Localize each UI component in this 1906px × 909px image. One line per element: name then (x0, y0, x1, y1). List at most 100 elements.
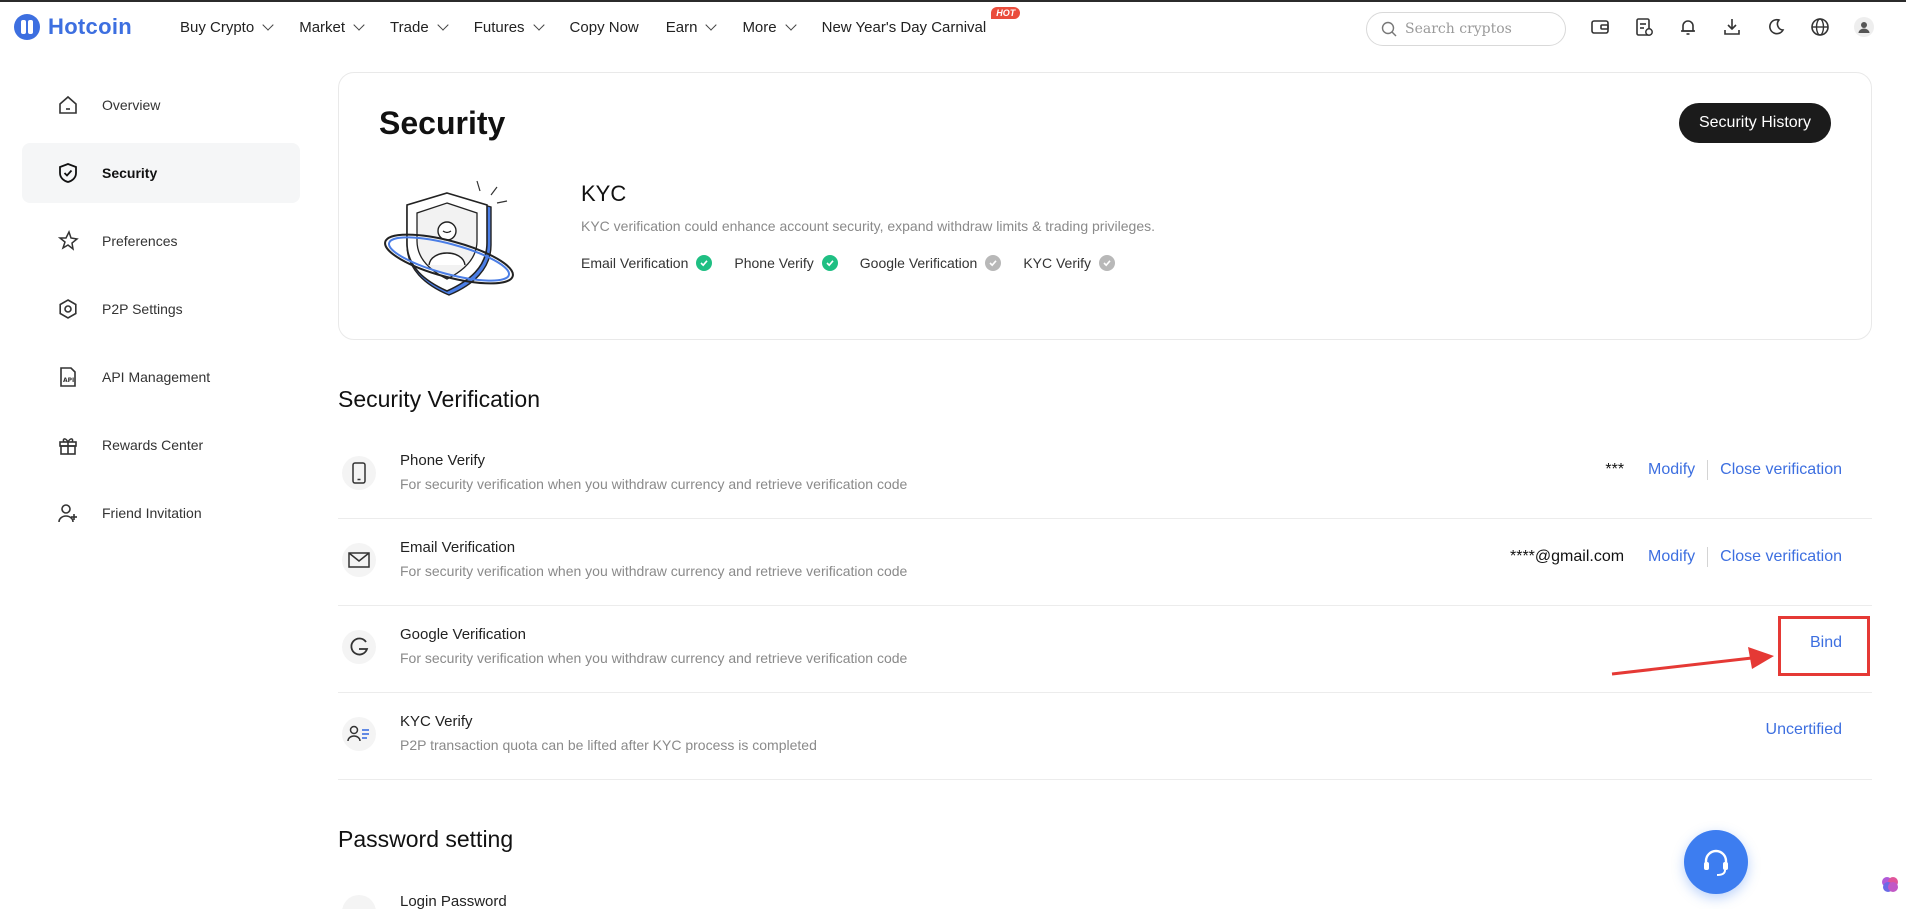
sidebar-item-friend-invitation[interactable]: Friend Invitation (22, 483, 300, 543)
check-circle-icon (985, 255, 1002, 271)
nav-more-label: More (742, 18, 777, 36)
home-icon (56, 93, 80, 117)
divider (1707, 547, 1709, 567)
badge-label: Google Verification (859, 255, 978, 271)
nav-copy-now-label: Copy Now (569, 18, 639, 36)
download-icon[interactable] (1720, 15, 1744, 39)
nav-market-label: Market (299, 18, 346, 36)
moon-icon[interactable] (1764, 15, 1788, 39)
kyc-shield-illustration (379, 173, 519, 303)
badge-label: Phone Verify (734, 255, 814, 271)
chevron-down-icon (262, 18, 274, 31)
search-box[interactable] (1366, 12, 1566, 46)
orders-icon[interactable] (1632, 15, 1656, 39)
row-title: Google Verification (400, 626, 526, 643)
sidebar-item-label: Preferences (102, 233, 178, 249)
row-actions: *** Modify Close verification (1605, 460, 1842, 480)
row-title: Phone Verify (400, 452, 486, 469)
svg-text:API: API (63, 377, 74, 384)
search-icon (1381, 21, 1397, 37)
chevron-down-icon (353, 18, 365, 31)
add-user-icon (56, 501, 80, 525)
row-description: For security verification when you withd… (400, 476, 908, 492)
badge-label: Email Verification (581, 255, 689, 271)
nav-futures-label: Futures (473, 18, 525, 36)
bell-icon[interactable] (1676, 15, 1700, 39)
wallet-icon[interactable] (1588, 15, 1612, 39)
check-circle-icon (821, 255, 838, 271)
close-phone-verification-link[interactable]: Close verification (1720, 461, 1842, 479)
chevron-down-icon (437, 18, 449, 31)
sidebar-item-label: Security (102, 165, 158, 181)
nav-new-years-carnival[interactable]: New Year's Day Carnival HOT (821, 6, 1021, 36)
nav-more[interactable]: More (742, 18, 797, 36)
modify-phone-link[interactable]: Modify (1648, 461, 1695, 479)
close-email-verification-link[interactable]: Close verification (1720, 548, 1842, 566)
nav-carnival-label: New Year's Day Carnival (821, 18, 987, 36)
brand-name: Hotcoin (48, 14, 132, 39)
hotcoin-logo-icon (14, 14, 40, 40)
nav-trade-label: Trade (390, 18, 429, 36)
sidebar-item-label: Friend Invitation (102, 505, 202, 521)
sidebar-item-label: Rewards Center (102, 437, 204, 453)
sidebar-item-label: API Management (102, 369, 211, 385)
security-history-button[interactable]: Security History (1679, 103, 1831, 143)
sidebar-item-preferences[interactable]: Preferences (22, 211, 300, 271)
sidebar-item-label: P2P Settings (102, 301, 183, 317)
security-overview-card: Security Security History KYC KYC verifi… (338, 72, 1872, 340)
hotcoin-logo[interactable]: Hotcoin (14, 14, 132, 40)
row-title: Email Verification (400, 539, 516, 556)
top-icons (1588, 15, 1876, 39)
row-description: For security verification when you withd… (400, 563, 908, 579)
ai-assistant-icon[interactable] (1880, 874, 1900, 894)
row-actions: Uncertified (1766, 721, 1842, 739)
bind-highlight-box (1778, 616, 1870, 676)
modify-email-link[interactable]: Modify (1648, 548, 1695, 566)
kyc-status-badges: Email Verification Phone Verify Google V… (581, 255, 1116, 271)
gift-icon (56, 433, 80, 457)
phone-verify-status: Phone Verify (734, 255, 838, 271)
nav-futures[interactable]: Futures (473, 18, 545, 36)
row-title: KYC Verify (400, 713, 473, 730)
password-setting-heading: Password setting (338, 826, 514, 852)
lock-icon (342, 895, 376, 909)
google-verification-status: Google Verification (860, 255, 1002, 271)
headset-icon (1704, 849, 1728, 876)
badge-label: KYC Verify (1023, 255, 1092, 271)
sidebar-item-p2p-settings[interactable]: P2P Settings (22, 279, 300, 339)
user-icon[interactable] (1852, 15, 1876, 39)
customer-support-button[interactable] (1684, 830, 1748, 894)
globe-icon[interactable] (1808, 15, 1832, 39)
masked-email: ****@gmail.com (1509, 548, 1625, 565)
search-input[interactable] (1405, 21, 1555, 37)
mail-icon (342, 543, 376, 577)
security-verification-heading: Security Verification (338, 386, 540, 412)
row-description: For security verification when you withd… (400, 650, 908, 666)
top-navigation-bar: Hotcoin Buy Crypto Market Trade Futures … (0, 0, 1906, 50)
check-circle-icon (696, 255, 713, 271)
kyc-verify-row: KYC Verify P2P transaction quota can be … (338, 693, 1872, 780)
kyc-description: KYC verification could enhance account s… (581, 218, 1156, 234)
main-nav: Buy Crypto Market Trade Futures Copy Now… (180, 2, 1021, 52)
login-password-title: Login Password (400, 893, 507, 909)
kyc-uncertified-link[interactable]: Uncertified (1766, 721, 1842, 739)
shield-icon (56, 161, 80, 185)
nav-earn[interactable]: Earn (666, 19, 718, 36)
phone-verify-row: Phone Verify For security verification w… (338, 432, 1872, 519)
email-verification-row: Email Verification For security verifica… (338, 519, 1872, 606)
sidebar-item-security[interactable]: Security (22, 143, 300, 203)
sidebar: Overview Security Preferences P2P Settin… (22, 75, 300, 551)
sidebar-item-api-management[interactable]: API API Management (22, 347, 300, 407)
nav-trade[interactable]: Trade (390, 18, 449, 36)
nav-copy-now[interactable]: Copy Now (570, 19, 639, 36)
row-description: P2P transaction quota can be lifted afte… (400, 737, 817, 753)
nav-buy-crypto[interactable]: Buy Crypto (180, 18, 274, 36)
red-arrow-annotation (1611, 647, 1774, 676)
sidebar-item-overview[interactable]: Overview (22, 75, 300, 135)
nav-market[interactable]: Market (299, 18, 365, 36)
email-verification-status: Email Verification (581, 255, 713, 271)
masked-phone-number: *** (1605, 461, 1625, 478)
kyc-verify-status: KYC Verify (1023, 255, 1116, 271)
id-card-icon (342, 717, 376, 751)
sidebar-item-rewards-center[interactable]: Rewards Center (22, 415, 300, 475)
